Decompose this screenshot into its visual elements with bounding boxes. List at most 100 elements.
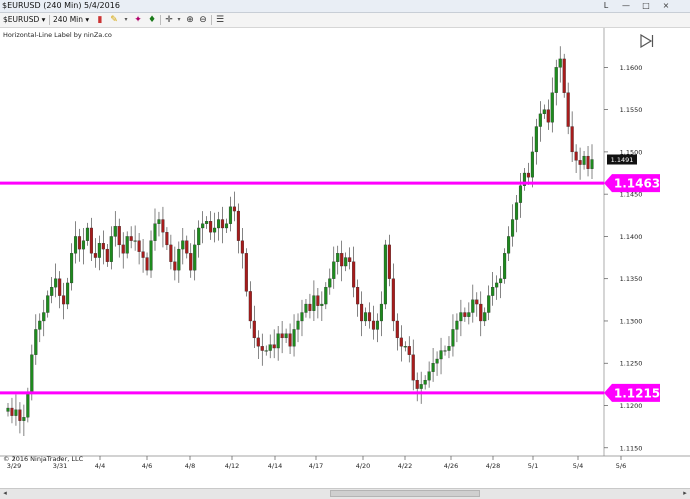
scroll-left-icon[interactable]: ◂ [0,489,10,498]
candle-up [213,212,217,243]
candle-body [228,206,233,224]
candle-down [62,282,66,320]
y-tick-label: 1.1300 [620,317,643,325]
candle-body [407,346,411,355]
candle-up [379,291,383,337]
candle-down [169,234,173,270]
candle-body [177,248,181,271]
candle-down [288,323,292,354]
candle-body [6,407,10,412]
candle-up [133,225,137,251]
candle-body [280,333,284,339]
candle-body [173,261,177,271]
candle-body [467,312,471,317]
candle-body [22,417,26,421]
candle-body [411,354,415,381]
candle-down [586,145,590,177]
candle-down [574,144,578,174]
current-price-label: 1.1491 [611,156,634,164]
candle-up [590,144,594,179]
candle-up [431,348,435,382]
candle-down [77,228,82,262]
candle-body [574,151,578,161]
candle-down [566,82,570,135]
candle-body [30,354,34,393]
x-tick-label: 4/14 [268,462,283,470]
candle-body [85,227,90,241]
candle-body [364,312,368,322]
candle-down [58,271,62,309]
candle-down [161,206,165,248]
candle-body [288,333,292,347]
candle-up [510,204,515,247]
candle-body [77,236,82,250]
candle-up [419,371,423,404]
candle-body [38,320,42,330]
candle-body [256,337,260,347]
candle-up [499,266,503,299]
candle-up [66,277,70,310]
candle-body [224,223,229,229]
candle-up [109,226,113,270]
candle-body [518,185,523,203]
candle-body [542,109,546,115]
horizontal-scrollbar[interactable]: ◂ ▸ [0,488,690,499]
candle-up [423,375,427,390]
candle-up [81,227,86,265]
candle-up [439,337,443,375]
candle-up [554,59,558,106]
candle-down [220,206,225,244]
candle-body [312,295,316,311]
x-tick-label: 4/28 [486,462,501,470]
candle-body [379,303,383,322]
candle-down [479,291,483,337]
candle-down [117,218,121,258]
candle-up [14,394,18,426]
candle-body [185,240,189,254]
scroll-right-icon[interactable]: ▸ [680,489,690,498]
candle-body [554,67,558,93]
candle-body [181,240,185,250]
candle-down [93,238,97,268]
candle-body [133,240,137,242]
candle-up [224,218,229,234]
candle-body [383,244,387,305]
candle-down [137,233,141,265]
candle-up [375,313,380,343]
candle-up [268,334,272,359]
candle-up [324,282,328,310]
candle-body [514,202,519,220]
candle-up [70,243,74,291]
candle-body [26,392,30,418]
candle-body [205,221,209,224]
candle-body [439,350,443,360]
y-tick-label: 1.1600 [620,64,643,72]
candle-up [320,291,324,321]
candle-body [10,407,14,416]
candle-body [157,219,161,224]
x-tick-label: 5/1 [528,462,538,470]
candle-body [582,155,586,165]
candle-up [514,195,519,233]
price-chart[interactable]: 1.1150 1.1200 1.1250 1.1300 1.1350 1.1400 1.14… [0,0,690,488]
candle-body [562,58,566,93]
candle-up [125,231,129,259]
candle-body [471,299,475,313]
candle-body [113,226,117,237]
x-tick-label: 4/17 [309,462,324,470]
candle-down [367,302,372,329]
candle-down [89,217,93,261]
scrollbar-thumb[interactable] [330,490,480,497]
candle-down [562,53,566,98]
candle-body [201,223,205,229]
candle-body [14,409,18,416]
candle-body [558,58,562,68]
candle-up [153,208,157,251]
candle-body [336,253,340,262]
candle-body [566,92,570,127]
copyright-text: © 2016 NinjaTrader, LLC [3,455,84,463]
candle-body [129,236,133,241]
candle-up [264,345,268,356]
candle-body [93,253,97,258]
candle-down [272,329,276,359]
